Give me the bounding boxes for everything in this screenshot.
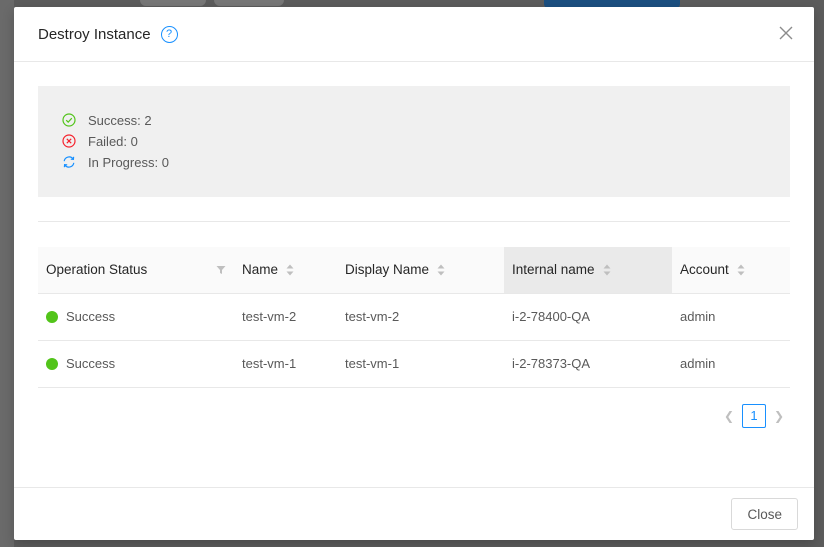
- account-cell: admin: [672, 293, 790, 341]
- page-item-current[interactable]: 1: [742, 403, 766, 428]
- summary-in-progress-text: In Progress: 0: [88, 154, 169, 170]
- column-account[interactable]: Account: [672, 247, 790, 294]
- summary-in-progress: In Progress: 0: [62, 154, 766, 170]
- name-cell: test-vm-2: [234, 293, 337, 341]
- chevron-right-icon[interactable]: ❯: [772, 409, 786, 423]
- table-row: Success test-vm-1 test-vm-1 i-2-78373-QA…: [38, 340, 790, 388]
- modal-body: Success: 2 Failed: 0 In Progress: 0 Oper…: [14, 62, 814, 428]
- modal-title: Destroy Instance: [38, 25, 151, 43]
- question-circle-icon[interactable]: ?: [160, 25, 178, 43]
- table-header-row: Operation Status Name Display Name Inter…: [38, 247, 790, 294]
- close-circle-icon: [62, 134, 76, 148]
- destroy-instance-modal: Destroy Instance ? Success: 2 Failed: 0 …: [14, 7, 814, 540]
- display-name-cell: test-vm-2: [337, 293, 504, 341]
- close-icon[interactable]: [778, 25, 794, 41]
- divider: [38, 221, 790, 222]
- success-status-dot: [46, 357, 58, 370]
- chevron-left-icon[interactable]: ❮: [722, 409, 736, 423]
- sync-icon: [63, 156, 75, 168]
- status-cell: Success: [38, 293, 234, 341]
- status-cell: Success: [38, 340, 234, 388]
- modal-footer: Close: [14, 487, 814, 540]
- summary-failed-text: Failed: 0: [88, 133, 138, 149]
- modal-header: Destroy Instance ?: [14, 7, 814, 62]
- account-cell: admin: [672, 340, 790, 388]
- background-app: [0, 0, 14, 547]
- summary-success-text: Success: 2: [88, 112, 152, 128]
- table-row: Success test-vm-2 test-vm-2 i-2-78400-QA…: [38, 293, 790, 341]
- name-cell: test-vm-1: [234, 340, 337, 388]
- summary-success: Success: 2: [62, 112, 766, 128]
- background-pill: [140, 0, 206, 6]
- background-pill: [214, 0, 284, 6]
- pagination: ❮ 1 ❯: [38, 403, 790, 428]
- summary-failed: Failed: 0: [62, 133, 766, 149]
- success-status-dot: [46, 310, 58, 323]
- filter-icon[interactable]: [216, 265, 226, 275]
- column-name[interactable]: Name: [234, 247, 337, 294]
- column-operation-status[interactable]: Operation Status: [38, 247, 234, 294]
- internal-name-cell: i-2-78400-QA: [504, 293, 672, 341]
- results-table: Operation Status Name Display Name Inter…: [38, 247, 790, 388]
- column-internal-name[interactable]: Internal name: [504, 247, 672, 294]
- internal-name-cell: i-2-78373-QA: [504, 340, 672, 388]
- result-summary: Success: 2 Failed: 0 In Progress: 0: [38, 86, 790, 197]
- sort-icon[interactable]: [737, 264, 745, 276]
- sort-icon[interactable]: [603, 264, 611, 276]
- check-circle-icon: [62, 113, 76, 127]
- sort-icon[interactable]: [437, 264, 445, 276]
- close-button[interactable]: Close: [731, 498, 798, 530]
- column-display-name[interactable]: Display Name: [337, 247, 504, 294]
- sort-icon[interactable]: [286, 264, 294, 276]
- display-name-cell: test-vm-1: [337, 340, 504, 388]
